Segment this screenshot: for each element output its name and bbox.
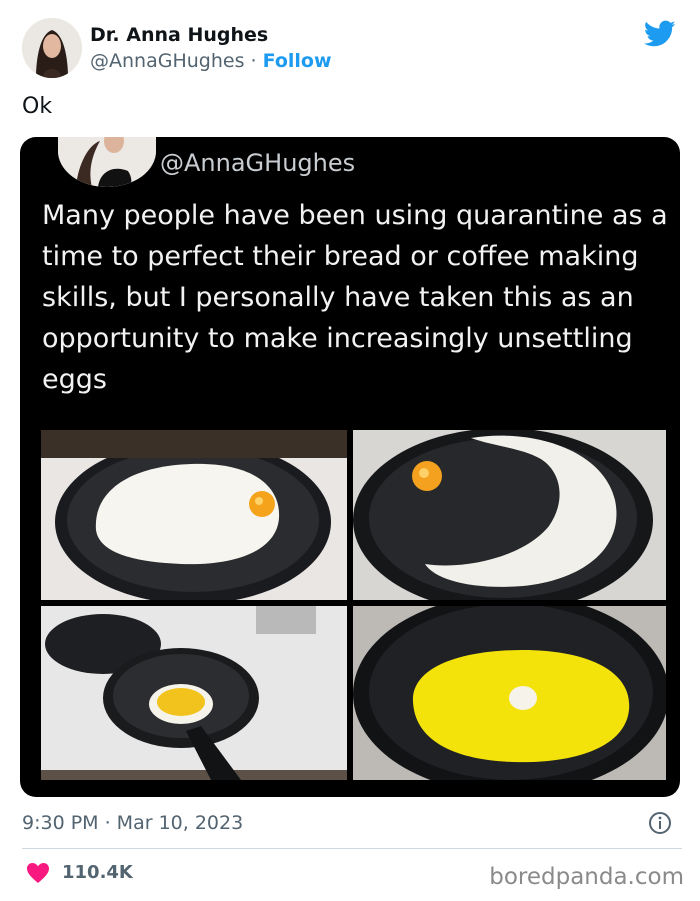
tweet-header: Dr. Anna Hughes @AnnaGHughes · Follow (22, 16, 682, 82)
tweet-timestamp[interactable]: 9:30 PM · Mar 10, 2023 (22, 812, 243, 834)
follow-button[interactable]: Follow (263, 50, 332, 72)
author-avatar[interactable] (22, 18, 82, 78)
heart-icon[interactable] (26, 862, 50, 884)
quoted-author-handle[interactable]: @AnnaGHughes (160, 149, 355, 177)
like-count[interactable]: 110.4K (62, 862, 133, 883)
quoted-author-avatar (58, 137, 156, 187)
author-handle[interactable]: @AnnaGHughes (90, 50, 244, 72)
tweet-text: Ok (22, 94, 53, 119)
info-icon[interactable] (648, 811, 672, 835)
egg-photo-3[interactable] (41, 606, 347, 780)
quoted-tweet-text: Many people have been using quarantine a… (42, 200, 668, 395)
photo-grid (41, 430, 666, 780)
quoted-tweet-card[interactable]: @AnnaGHughes Many people have been using… (20, 137, 680, 797)
egg-photo-2[interactable] (353, 430, 666, 600)
author-name[interactable]: Dr. Anna Hughes (90, 24, 268, 46)
twitter-bird-icon[interactable] (643, 20, 676, 48)
watermark: boredpanda.com (489, 864, 684, 890)
egg-photo-1[interactable] (41, 430, 347, 600)
divider (22, 848, 682, 849)
separator-dot: · (250, 50, 257, 72)
author-handle-row: @AnnaGHughes · Follow (90, 50, 332, 72)
egg-photo-4[interactable] (353, 606, 666, 780)
